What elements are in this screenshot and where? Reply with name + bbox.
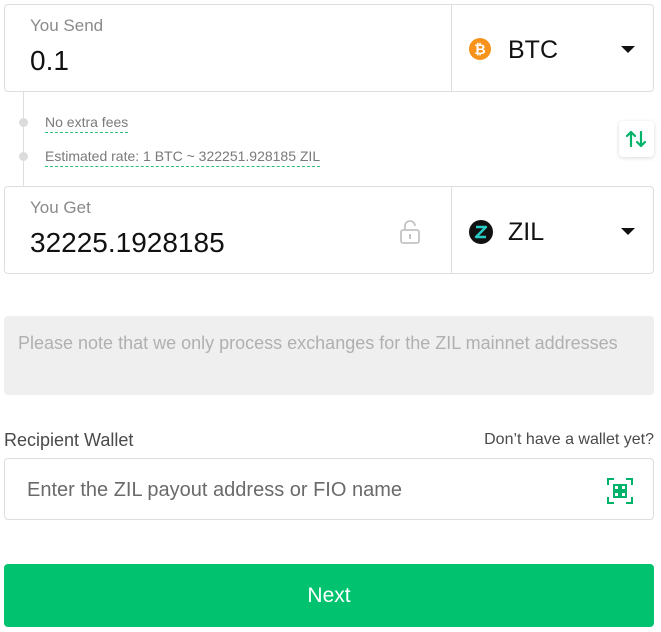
- get-currency-select[interactable]: ZIL: [452, 187, 653, 273]
- get-label: You Get: [30, 198, 91, 217]
- timeline-line: [23, 92, 24, 186]
- unlock-icon[interactable]: [398, 219, 422, 250]
- send-amount-input[interactable]: 0.1: [30, 45, 69, 77]
- timeline-dot: [19, 152, 28, 161]
- timeline-dot: [19, 118, 28, 127]
- rate-info[interactable]: Estimated rate: 1 BTC ~ 322251.928185 ZI…: [45, 148, 321, 167]
- chevron-down-icon: [621, 228, 635, 235]
- get-amount-value: 32225.1928185: [30, 227, 225, 258]
- next-button[interactable]: Next: [4, 564, 654, 627]
- recipient-address-input[interactable]: [25, 459, 589, 521]
- no-wallet-link[interactable]: Don’t have a wallet yet?: [484, 431, 654, 449]
- send-currency-name: BTC: [508, 36, 558, 64]
- send-amount-box: You Send 0.1 ₿ BTC: [4, 4, 654, 92]
- zilliqa-icon: [469, 220, 493, 244]
- mainnet-notice: Please note that we only process exchang…: [4, 316, 654, 395]
- recipient-wallet-label: Recipient Wallet: [4, 430, 134, 450]
- send-label: You Send: [30, 16, 104, 35]
- svg-text:₿: ₿: [474, 41, 485, 57]
- get-currency-name: ZIL: [508, 218, 545, 246]
- swap-button[interactable]: [619, 121, 654, 157]
- chevron-down-icon: [621, 46, 635, 53]
- swap-arrows-icon: [626, 130, 647, 148]
- fees-info[interactable]: No extra fees: [45, 114, 129, 133]
- recipient-wallet-field: [4, 458, 654, 521]
- qr-scan-icon[interactable]: [607, 478, 633, 509]
- send-currency-select[interactable]: ₿ BTC: [452, 5, 653, 91]
- get-amount-box: You Get 32225.1928185 ZIL: [4, 186, 654, 274]
- bitcoin-icon: ₿: [469, 38, 491, 60]
